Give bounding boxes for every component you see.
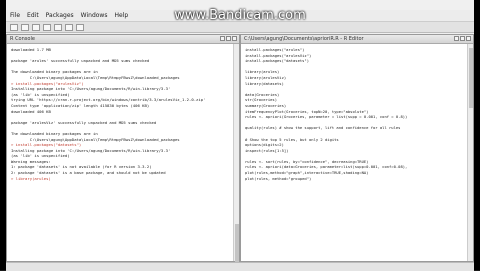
- editor-title: C:\Users\agung\Documents\aprioriR.R - R …: [244, 36, 364, 42]
- editor-maximize-button[interactable]: [460, 36, 465, 41]
- print-button[interactable]: [76, 23, 84, 31]
- editor-line: plot(rules, method="grouped"): [245, 175, 312, 181]
- save-button[interactable]: [32, 23, 40, 31]
- open-script-button[interactable]: [10, 23, 18, 31]
- console-output[interactable]: downloaded 1.7 MB package 'arules' succes…: [7, 44, 234, 261]
- letterbox-right: [474, 0, 480, 270]
- desktop-screen: File Edit Packages Windows Help R Consol…: [0, 0, 480, 271]
- editor-minimize-button[interactable]: [454, 36, 459, 41]
- console-scrollbar[interactable]: [233, 44, 239, 262]
- editor-close-button[interactable]: [466, 36, 471, 41]
- console-title: R Console: [10, 36, 35, 42]
- console-line: > library(arules): [11, 175, 51, 181]
- load-workspace-button[interactable]: [21, 23, 29, 31]
- r-editor-window[interactable]: C:\Users\agung\Documents\aprioriR.R - R …: [240, 34, 474, 262]
- editor-titlebar: C:\Users\agung\Documents\aprioriR.R - R …: [241, 35, 473, 44]
- console-maximize-button[interactable]: [226, 36, 231, 41]
- toolbar: [6, 22, 474, 33]
- stop-button[interactable]: [65, 23, 73, 31]
- menu-file[interactable]: File: [10, 12, 20, 19]
- menu-bar: File Edit Packages Windows Help: [6, 10, 474, 22]
- menu-packages[interactable]: Packages: [46, 12, 74, 19]
- console-scroll-thumb[interactable]: [234, 224, 239, 262]
- console-close-button[interactable]: [232, 36, 237, 41]
- editor-scroll-thumb[interactable]: [468, 48, 473, 108]
- editor-scrollbar[interactable]: [467, 44, 473, 261]
- console-minimize-button[interactable]: [220, 36, 225, 41]
- editor-code[interactable]: install.packages("arules") install.packag…: [241, 44, 468, 261]
- menu-edit[interactable]: Edit: [27, 12, 39, 19]
- menu-help[interactable]: Help: [114, 12, 128, 19]
- menu-windows[interactable]: Windows: [81, 12, 108, 19]
- paste-button[interactable]: [54, 23, 62, 31]
- copy-button[interactable]: [43, 23, 51, 31]
- console-titlebar: R Console: [7, 35, 239, 44]
- r-console-window[interactable]: R Console downloaded 1.7 MB package 'arul…: [6, 34, 240, 262]
